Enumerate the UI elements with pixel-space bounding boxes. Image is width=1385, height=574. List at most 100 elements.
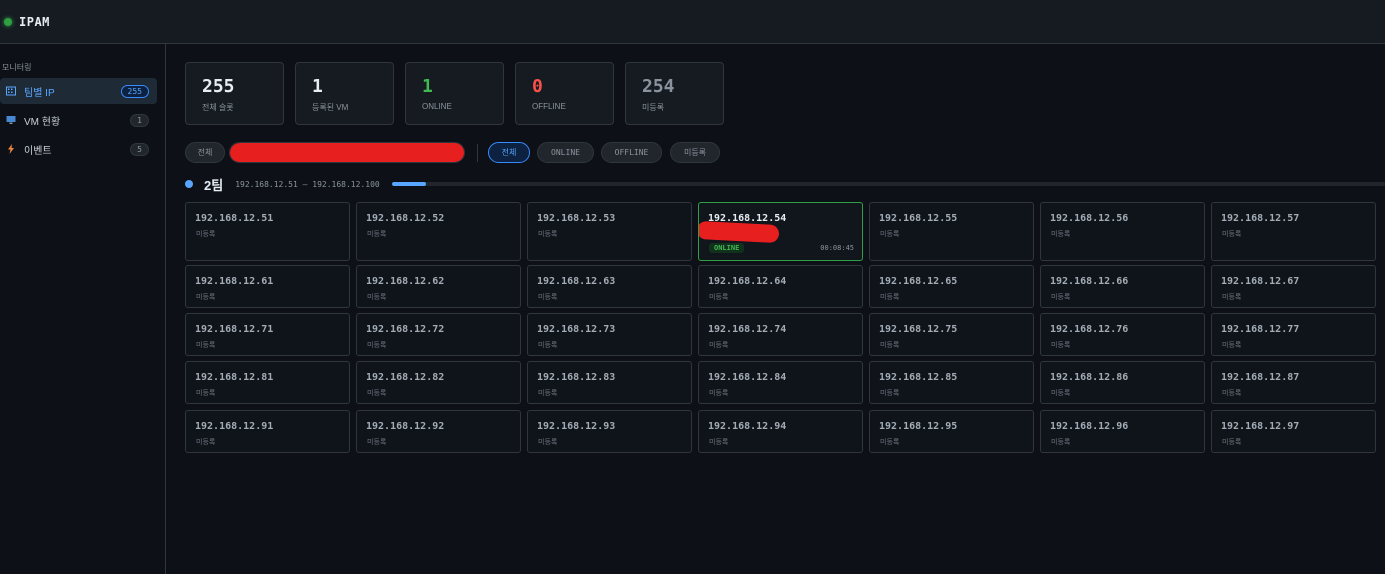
ip-status: 미등록 [538,231,558,238]
ip-address: 192.168.12.96 [1050,421,1129,432]
ip-status: 미등록 [367,231,387,238]
ip-card[interactable]: 192.168.12.67 미등록 [1211,265,1376,308]
ip-status: 미등록 [1222,294,1242,301]
ip-card[interactable]: 192.168.12.81 미등록 [185,361,350,404]
ip-address: 192.168.12.51 [195,213,274,224]
ip-card[interactable]: 192.168.12.55 미등록 [869,202,1034,261]
ip-card[interactable]: 192.168.12.91 미등록 [185,410,350,453]
ip-address: 192.168.12.65 [879,276,958,287]
ip-status: 미등록 [196,231,216,238]
status-filter-online-button[interactable]: ONLINE [537,142,594,163]
ip-address: 192.168.12.91 [195,421,274,432]
ip-address: 192.168.12.73 [537,324,616,335]
ip-status: 미등록 [709,390,729,397]
stat-offline: 0 OFFLINE [515,62,614,125]
status-filter-offline-button[interactable]: OFFLINE [601,142,662,163]
ip-card[interactable]: 192.168.12.77 미등록 [1211,313,1376,356]
ip-card[interactable]: 192.168.12.53 미등록 [527,202,692,261]
ip-card[interactable]: 192.168.12.54 ONLINE 00:08:45 [698,202,863,261]
ip-status: 미등록 [538,294,558,301]
ip-card[interactable]: 192.168.12.71 미등록 [185,313,350,356]
ip-card[interactable]: 192.168.12.62 미등록 [356,265,521,308]
ip-status: 미등록 [1051,342,1071,349]
stat-value: 254 [642,76,675,97]
ip-status: 미등록 [1222,342,1242,349]
ip-card[interactable]: 192.168.12.93 미등록 [527,410,692,453]
ip-card[interactable]: 192.168.12.66 미등록 [1040,265,1205,308]
ip-status: 미등록 [880,231,900,238]
ip-status: 미등록 [196,439,216,446]
ip-address: 192.168.12.74 [708,324,787,335]
sidebar: 모니터링 팀별 IP 255 VM 현황 1 이벤트 5 [0,44,166,574]
ip-status: 미등록 [1051,390,1071,397]
ip-card[interactable]: 192.168.12.61 미등록 [185,265,350,308]
ip-address: 192.168.12.86 [1050,372,1129,383]
ip-card[interactable]: 192.168.12.73 미등록 [527,313,692,356]
team-filter-redacted[interactable] [229,142,465,163]
app-title: IPAM [19,14,50,29]
ip-card[interactable]: 192.168.12.87 미등록 [1211,361,1376,404]
ip-card[interactable]: 192.168.12.92 미등록 [356,410,521,453]
ip-address: 192.168.12.63 [537,276,616,287]
stat-value: 1 [312,76,323,97]
ip-card[interactable]: 192.168.12.63 미등록 [527,265,692,308]
ip-card[interactable]: 192.168.12.56 미등록 [1040,202,1205,261]
ip-status: 미등록 [196,294,216,301]
sidebar-item-vm-status[interactable]: VM 현황 1 [0,107,157,133]
ip-status: 미등록 [880,294,900,301]
ip-card[interactable]: 192.168.12.96 미등록 [1040,410,1205,453]
ip-address: 192.168.12.71 [195,324,274,335]
ip-card[interactable]: 192.168.12.74 미등록 [698,313,863,356]
ip-card[interactable]: 192.168.12.75 미등록 [869,313,1034,356]
ip-card[interactable]: 192.168.12.51 미등록 [185,202,350,261]
ip-status: 미등록 [880,439,900,446]
status-filter-unregistered-button[interactable]: 미등록 [670,142,720,163]
sidebar-item-label: VM 현황 [24,116,61,128]
sidebar-item-events[interactable]: 이벤트 5 [0,136,157,162]
ip-address: 192.168.12.93 [537,421,616,432]
ip-address: 192.168.12.72 [366,324,445,335]
team-filter-all-button[interactable]: 전체 [185,142,225,163]
sidebar-item-team-ip[interactable]: 팀별 IP 255 [0,78,157,104]
ip-card[interactable]: 192.168.12.84 미등록 [698,361,863,404]
ip-card[interactable]: 192.168.12.57 미등록 [1211,202,1376,261]
sidebar-item-label: 이벤트 [24,145,52,157]
ip-card[interactable]: 192.168.12.76 미등록 [1040,313,1205,356]
ip-status: 미등록 [1051,231,1071,238]
status-filter-all-button[interactable]: 전체 [488,142,530,163]
ip-card[interactable]: 192.168.12.94 미등록 [698,410,863,453]
ip-address: 192.168.12.97 [1221,421,1300,432]
ip-card[interactable]: 192.168.12.83 미등록 [527,361,692,404]
ip-card[interactable]: 192.168.12.97 미등록 [1211,410,1376,453]
filter-bar: 전체 전체 ONLINE OFFLINE 미등록 [185,142,745,164]
sidebar-item-count: 1 [130,113,149,127]
stat-unregistered: 254 미등록 [625,62,724,125]
ip-card[interactable]: 192.168.12.72 미등록 [356,313,521,356]
ip-card[interactable]: 192.168.12.86 미등록 [1040,361,1205,404]
filter-divider [477,144,478,162]
ip-status: 미등록 [196,390,216,397]
stat-label: OFFLINE [532,102,566,111]
group-header: 2팀 192.168.12.51 – 192.168.12.100 [185,174,1385,194]
ip-card[interactable]: 192.168.12.52 미등록 [356,202,521,261]
ip-card[interactable]: 192.168.12.65 미등록 [869,265,1034,308]
ip-status: 미등록 [367,439,387,446]
ip-address: 192.168.12.61 [195,276,274,287]
ip-status: 미등록 [538,439,558,446]
ip-address: 192.168.12.76 [1050,324,1129,335]
ip-card[interactable]: 192.168.12.64 미등록 [698,265,863,308]
ip-address: 192.168.12.57 [1221,213,1300,224]
ip-address: 192.168.12.95 [879,421,958,432]
ip-status: 미등록 [1222,231,1242,238]
ip-status: 미등록 [538,342,558,349]
ip-card[interactable]: 192.168.12.95 미등록 [869,410,1034,453]
top-bar: IPAM [0,0,1385,44]
stat-total-slots: 255 전체 슬롯 [185,62,284,125]
ip-address: 192.168.12.67 [1221,276,1300,287]
ip-card[interactable]: 192.168.12.85 미등록 [869,361,1034,404]
sidebar-item-label: 팀별 IP [24,87,55,99]
ip-card[interactable]: 192.168.12.82 미등록 [356,361,521,404]
stat-registered-vm: 1 등록된 VM [295,62,394,125]
group-dot-icon [185,180,193,188]
stat-label: 미등록 [642,103,665,112]
